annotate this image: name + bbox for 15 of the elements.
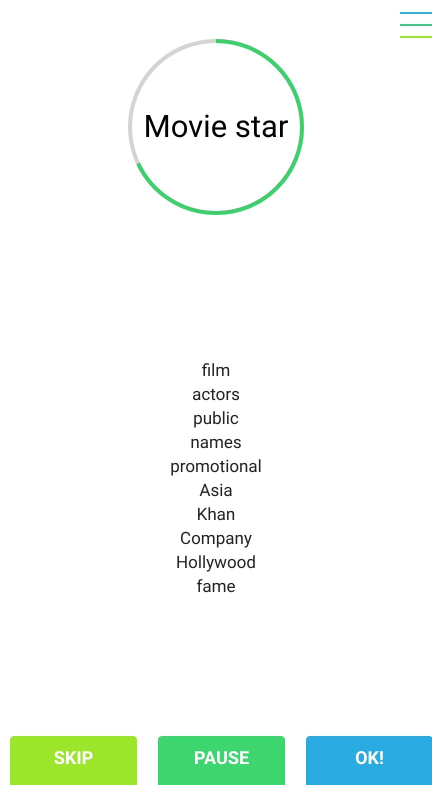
hint-word: public xyxy=(193,408,239,431)
hint-word: Asia xyxy=(199,480,233,503)
action-button[interactable]: SKIP xyxy=(10,736,137,785)
menu-icon[interactable] xyxy=(400,12,432,38)
guess-word: Movie star xyxy=(144,106,288,147)
hint-word: promotional xyxy=(170,456,262,479)
hint-word: Hollywood xyxy=(176,552,256,575)
hint-word: Khan xyxy=(196,504,236,527)
action-button[interactable]: OK! xyxy=(306,736,432,785)
hint-word: names xyxy=(190,432,242,455)
hint-word: fame xyxy=(196,576,236,599)
action-button[interactable]: PAUSE xyxy=(158,736,285,785)
hint-word: film xyxy=(202,360,230,383)
hint-word: Company xyxy=(180,528,252,551)
hint-word: actors xyxy=(192,384,240,407)
